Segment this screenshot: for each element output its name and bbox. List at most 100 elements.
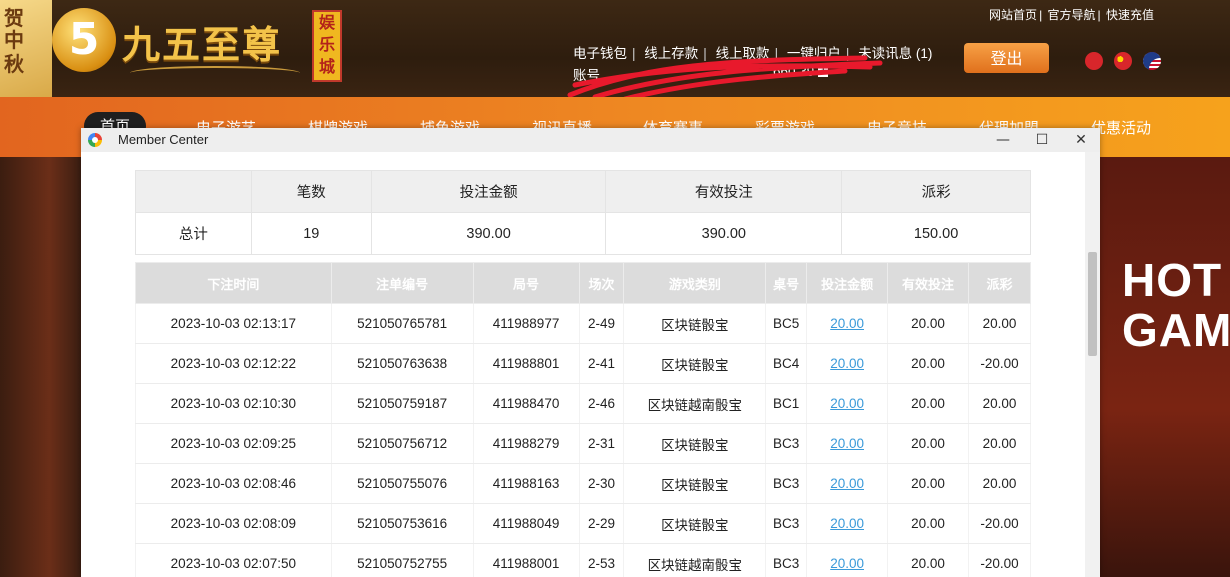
bet-id-cell: 521050753616 <box>330 503 474 544</box>
valid-bet-cell: 20.00 <box>887 503 969 544</box>
logout-button[interactable]: 登出 <box>964 43 1049 73</box>
language-flags <box>1085 50 1167 70</box>
scrollbar-thumb[interactable] <box>1088 252 1097 356</box>
bet-amount-link[interactable]: 20.00 <box>830 356 864 371</box>
minimize-icon[interactable]: — <box>988 130 1018 150</box>
round-id-cell: 411988470 <box>472 383 580 424</box>
bet-amount-link[interactable]: 20.00 <box>830 396 864 411</box>
top-links: 网站首页 | 官方导航 | 快速充值 <box>989 8 1154 22</box>
bet-amount-link[interactable]: 20.00 <box>830 476 864 491</box>
table-id-cell: BC3 <box>765 463 808 504</box>
table-id-cell: BC5 <box>765 303 808 344</box>
summary-header-cell: 有效投注 <box>605 170 843 213</box>
bet-amount-link[interactable]: 20.00 <box>830 556 864 571</box>
table-row: 2023-10-03 02:13:17 521050765781 411988977… <box>135 303 1032 344</box>
game-type-cell: 区块链越南骰宝 <box>623 543 767 577</box>
table-id-cell: BC3 <box>765 503 808 544</box>
bet-amount-cell: 20.00 <box>806 463 889 504</box>
column-header: 场次 <box>578 262 625 304</box>
summary-cell: 390.00 <box>605 212 843 255</box>
official-nav-link[interactable]: 官方导航 <box>1048 8 1096 22</box>
table-row: 2023-10-03 02:12:22 521050763638 411988801… <box>135 343 1032 384</box>
seal-char: 娱 <box>318 13 335 32</box>
window-titlebar[interactable]: Member Center — ☐ ✕ <box>81 128 1100 152</box>
us-flag-icon[interactable] <box>1143 51 1162 70</box>
records-header-row: 下注时间 注单编号 局号 场次 游戏类别 桌号 投注金额 有效投注 派彩 <box>135 262 1032 304</box>
bet-amount-cell: 20.00 <box>806 303 889 344</box>
round-id-cell: 411988049 <box>472 503 580 544</box>
game-type-cell: 区块链骰宝 <box>623 303 767 344</box>
promo-line: GAME <box>1122 304 1230 356</box>
session-cell: 2-30 <box>578 463 625 504</box>
site-header: 贺 中 秋 5 九五至尊 娱 乐 城 网站首页 | 官方导航 | 快速充值 电子钱包… <box>0 0 1230 102</box>
table-row: 2023-10-03 02:08:09 521050753616 411988049… <box>135 503 1032 544</box>
summary-cell: 150.00 <box>841 212 1031 255</box>
valid-bet-cell: 20.00 <box>887 383 969 424</box>
bet-id-cell: 521050765781 <box>330 303 474 344</box>
bet-amount-link[interactable]: 20.00 <box>830 436 864 451</box>
records-body: 2023-10-03 02:13:17 521050765781 411988977… <box>135 303 1032 577</box>
session-cell: 2-53 <box>578 543 625 577</box>
session-cell: 2-49 <box>578 303 625 344</box>
payout-cell: 20.00 <box>967 423 1032 464</box>
valid-bet-cell: 20.00 <box>887 463 969 504</box>
quick-recharge-link[interactable]: 快速充值 <box>1106 8 1154 22</box>
seal-char: 乐 <box>318 35 335 54</box>
bet-id-cell: 521050763638 <box>330 343 474 384</box>
session-cell: 2-29 <box>578 503 625 544</box>
bet-id-cell: 521050756712 <box>330 423 474 464</box>
session-cell: 2-46 <box>578 383 625 424</box>
payout-cell: 20.00 <box>967 463 1032 504</box>
nav-promotions[interactable]: 优惠活动 <box>1091 117 1151 138</box>
summary-header-cell: 笔数 <box>250 170 372 213</box>
game-type-cell: 区块链骰宝 <box>623 343 767 384</box>
round-id-cell: 411988977 <box>472 303 580 344</box>
member-center-window: Member Center — ☐ ✕ 笔数 投注金额 有效投注 派彩 总计 1… <box>81 128 1100 577</box>
logo-mark[interactable]: 5 <box>52 8 116 72</box>
bet-amount-link[interactable]: 20.00 <box>830 316 864 331</box>
bet-id-cell: 521050755076 <box>330 463 474 504</box>
game-type-cell: 区块链骰宝 <box>623 503 767 544</box>
game-type-cell: 区块链越南骰宝 <box>623 383 767 424</box>
logo-flourish <box>130 66 300 80</box>
hk-flag-icon[interactable] <box>1085 51 1103 70</box>
logo-seal: 娱 乐 城 <box>312 10 342 82</box>
payout-cell: 20.00 <box>967 383 1032 424</box>
column-header: 注单编号 <box>330 262 474 304</box>
round-id-cell: 411988001 <box>472 543 580 577</box>
valid-bet-cell: 20.00 <box>887 343 969 384</box>
table-id-cell: BC3 <box>765 423 808 464</box>
session-cell: 2-31 <box>578 423 625 464</box>
payout-cell: -20.00 <box>967 543 1032 577</box>
summary-cell: 390.00 <box>370 212 607 255</box>
window-scrollbar[interactable] <box>1085 152 1100 577</box>
table-row: 2023-10-03 02:08:46 521050755076 411988163… <box>135 463 1032 504</box>
column-header: 投注金额 <box>806 262 889 304</box>
bet-amount-cell: 20.00 <box>806 383 889 424</box>
column-header: 派彩 <box>967 262 1032 304</box>
bet-time-cell: 2023-10-03 02:07:50 <box>135 543 332 577</box>
column-header: 游戏类别 <box>623 262 767 304</box>
left-banner-background <box>0 157 82 577</box>
bet-id-cell: 521050759187 <box>330 383 474 424</box>
table-id-cell: BC4 <box>765 343 808 384</box>
bet-time-cell: 2023-10-03 02:08:09 <box>135 503 332 544</box>
logo-name[interactable]: 九五至尊 <box>122 14 282 69</box>
home-link[interactable]: 网站首页 <box>989 8 1037 22</box>
column-header: 有效投注 <box>887 262 969 304</box>
maximize-icon[interactable]: ☐ <box>1027 130 1057 150</box>
close-icon[interactable]: ✕ <box>1066 130 1096 150</box>
bet-amount-cell: 20.00 <box>806 423 889 464</box>
table-row: 2023-10-03 02:10:30 521050759187 411988470… <box>135 383 1032 424</box>
cn-flag-icon[interactable] <box>1114 51 1133 70</box>
bet-amount-link[interactable]: 20.00 <box>830 516 864 531</box>
summary-header-row: 笔数 投注金额 有效投注 派彩 <box>135 170 1031 213</box>
bet-records-table: 下注时间 注单编号 局号 场次 游戏类别 桌号 投注金额 有效投注 派彩 202… <box>135 262 1032 577</box>
seal-char: 城 <box>318 57 335 76</box>
column-header: 桌号 <box>765 262 808 304</box>
bet-time-cell: 2023-10-03 02:09:25 <box>135 423 332 464</box>
summary-header-cell: 投注金额 <box>370 170 607 213</box>
redaction-scribble <box>567 55 883 102</box>
bet-time-cell: 2023-10-03 02:12:22 <box>135 343 332 384</box>
valid-bet-cell: 20.00 <box>887 303 969 344</box>
